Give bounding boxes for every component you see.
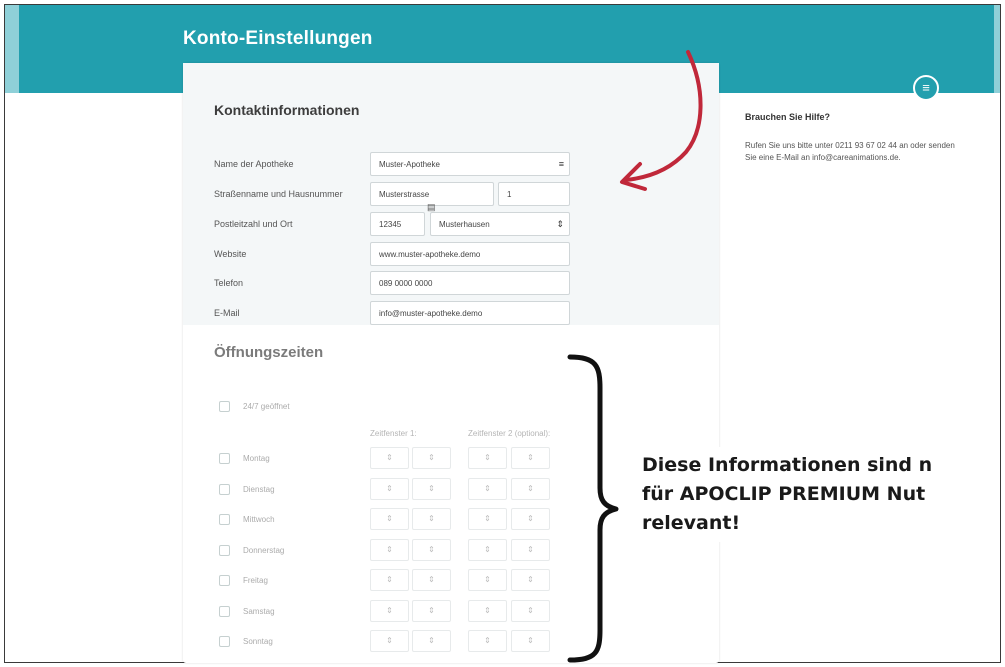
zip-city-label: Postleitzahl und Ort [214,219,293,229]
website-input[interactable]: www.muster-apotheke.demo [370,242,570,266]
opening-hours-title: Öffnungszeiten [214,344,324,361]
time-select[interactable]: ⇕ [370,508,409,530]
website-value: www.muster-apotheke.demo [379,250,481,259]
help-title: Brauchen Sie Hilfe? [745,112,831,122]
time-select[interactable]: ⇕ [511,508,550,530]
day-label: Samstag [243,606,275,616]
time-select[interactable]: ⇕ [412,538,451,561]
time-select[interactable]: ⇕ [468,508,507,530]
time-select[interactable]: ⇕ [511,538,550,561]
time-select[interactable]: ⇕ [412,599,451,622]
time-select[interactable]: ⇕ [511,630,550,652]
city-value: Musterhausen [439,220,490,229]
up-down-arrows-icon: ⇕ [556,219,564,229]
header-left-strip [5,5,19,93]
time-select[interactable]: ⇕ [468,599,507,622]
time-select[interactable]: ⇕ [412,569,451,591]
time-select[interactable]: ⇕ [370,477,409,500]
always-open-checkbox[interactable] [219,401,230,412]
email-label: E-Mail [214,308,240,318]
time-select[interactable]: ⇕ [412,508,451,530]
street-value: Musterstrasse [379,190,430,199]
name-input[interactable]: Muster-Apotheke ≡ [370,152,570,176]
time-select[interactable]: ⇕ [370,599,409,622]
annotation-callout: Diese Informationen sind n für APOCLIP P… [636,447,1000,542]
email-value: info@muster-apotheke.demo [379,309,483,318]
street-label: Straßenname und Hausnummer [214,189,343,199]
time-select[interactable]: ⇕ [511,447,550,469]
zip-value: 12345 [379,220,402,229]
day-label: Sonntag [243,637,273,646]
day-checkbox[interactable] [219,514,230,525]
house-number-value: 1 [507,190,512,199]
time-select[interactable]: ⇕ [370,630,409,652]
day-checkbox[interactable] [219,483,230,495]
time-select[interactable]: ⇕ [412,477,451,500]
time-select[interactable]: ⇕ [468,447,507,469]
help-menu-button[interactable]: ≡ [913,75,939,101]
menu-lines-icon: ≡ [922,80,930,95]
phone-label: Telefon [214,278,244,288]
day-checkbox[interactable] [219,605,230,617]
time-select[interactable]: ⇕ [468,477,507,500]
time-select[interactable]: ⇕ [412,447,451,469]
time-select[interactable]: ⇕ [412,630,451,652]
day-checkbox[interactable] [219,575,230,586]
time-select[interactable]: ⇕ [511,599,550,622]
time-select[interactable]: ⇕ [370,538,409,561]
website-label: Website [214,249,247,259]
city-select[interactable]: Musterhausen ⇕ [430,212,570,236]
list-icon: ≡ [558,159,564,169]
time-select[interactable]: ⇕ [511,477,550,500]
time-select[interactable]: ⇕ [370,447,409,469]
name-label: Name der Apotheke [214,159,294,169]
header-right-strip [994,5,1000,93]
day-checkbox[interactable] [219,453,230,464]
help-text: Rufen Sie uns bitte unter 0211 93 67 02 … [745,141,955,162]
day-label: Dienstag [243,484,275,494]
day-label: Freitag [243,576,268,585]
phone-input[interactable]: 089 0000 0000 [370,271,570,295]
time-select[interactable]: ⇕ [468,569,507,591]
day-label: Mittwoch [243,515,275,524]
day-checkbox[interactable] [219,636,230,647]
day-checkbox[interactable] [219,544,230,556]
day-label: Donnerstag [243,545,285,555]
email-input[interactable]: info@muster-apotheke.demo [370,301,570,325]
name-value: Muster-Apotheke [379,160,440,169]
always-open-label: 24/7 geöffnet [243,402,290,411]
window1-header: Zeitfenster 1: [370,429,417,438]
time-select[interactable]: ⇕ [511,569,550,591]
settings-card: Kontaktinformationen Name der Apotheke M… [183,63,719,663]
house-number-input[interactable]: 1 [498,182,570,206]
page-title: Konto-Einstellungen [183,28,373,49]
zip-input[interactable]: 12345 [370,212,425,236]
phone-value: 089 0000 0000 [379,279,433,288]
day-label: Montag [243,454,270,463]
time-select[interactable]: ⇕ [370,569,409,591]
time-select[interactable]: ⇕ [468,630,507,652]
contact-section-title: Kontaktinformationen [214,102,360,118]
contact-section: Kontaktinformationen Name der Apotheke M… [183,63,719,325]
window2-header: Zeitfenster 2 (optional): [468,429,551,438]
time-select[interactable]: ⇕ [468,538,507,561]
